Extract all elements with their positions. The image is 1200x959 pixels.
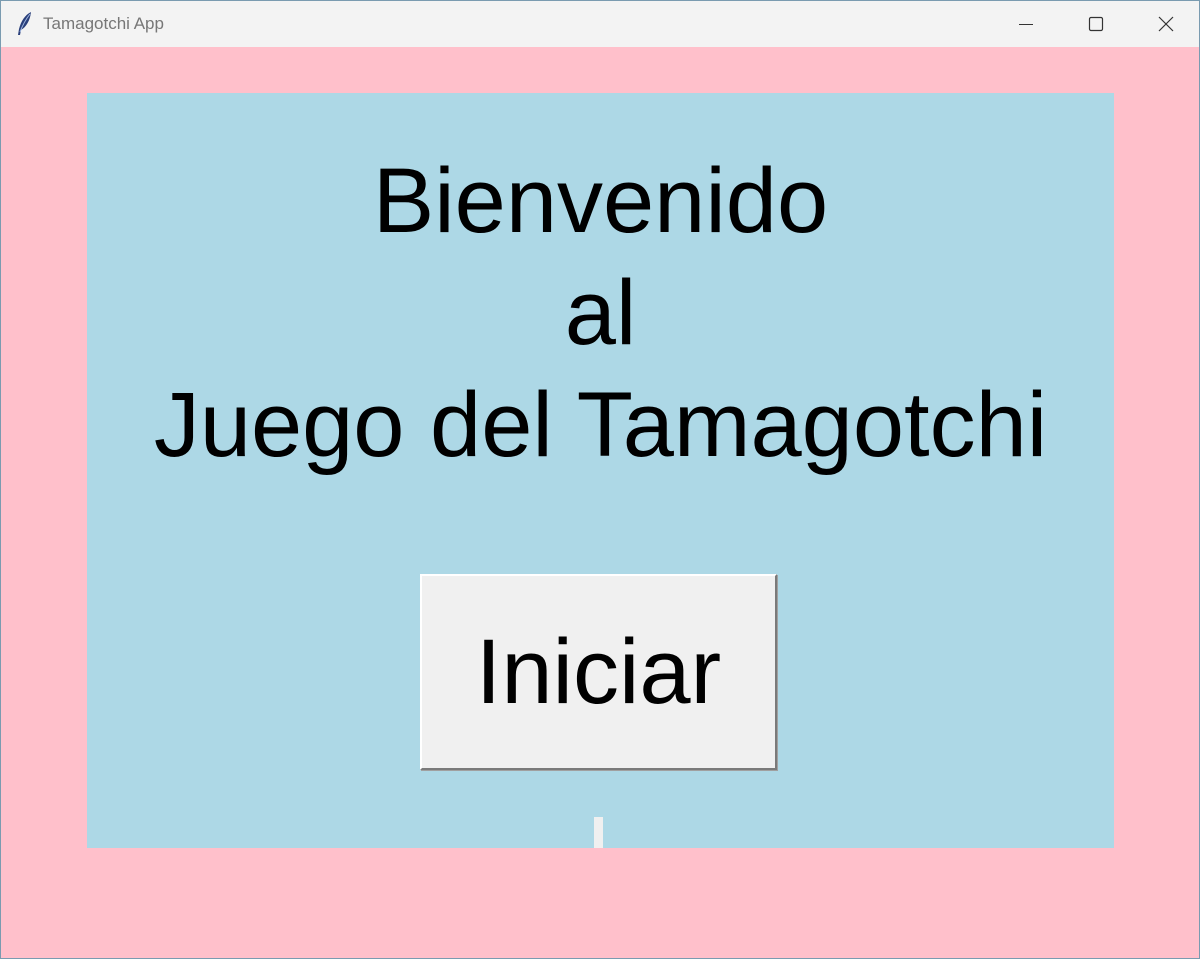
app-window: Tamagotchi App Bienvenido al Juego del T… <box>0 0 1200 959</box>
maximize-icon <box>1088 16 1104 32</box>
window-title: Tamagotchi App <box>43 14 164 33</box>
welcome-message: Bienvenido al Juego del Tamagotchi <box>87 145 1114 481</box>
welcome-line-1: Bienvenido <box>372 150 829 252</box>
welcome-panel: Bienvenido al Juego del Tamagotchi Inici… <box>87 93 1114 848</box>
close-button[interactable] <box>1131 1 1199 47</box>
maximize-button[interactable] <box>1061 1 1131 47</box>
minimize-button[interactable] <box>991 1 1061 47</box>
close-icon <box>1158 16 1174 32</box>
minimize-icon <box>1019 24 1033 25</box>
welcome-line-3: Juego del Tamagotchi <box>153 374 1048 476</box>
title-bar[interactable]: Tamagotchi App <box>1 1 1199 47</box>
bottom-widget-edge <box>594 817 603 848</box>
start-button[interactable]: Iniciar <box>420 574 777 770</box>
welcome-line-2: al <box>564 262 637 364</box>
window-content: Bienvenido al Juego del Tamagotchi Inici… <box>1 47 1199 958</box>
feather-icon <box>15 11 35 37</box>
